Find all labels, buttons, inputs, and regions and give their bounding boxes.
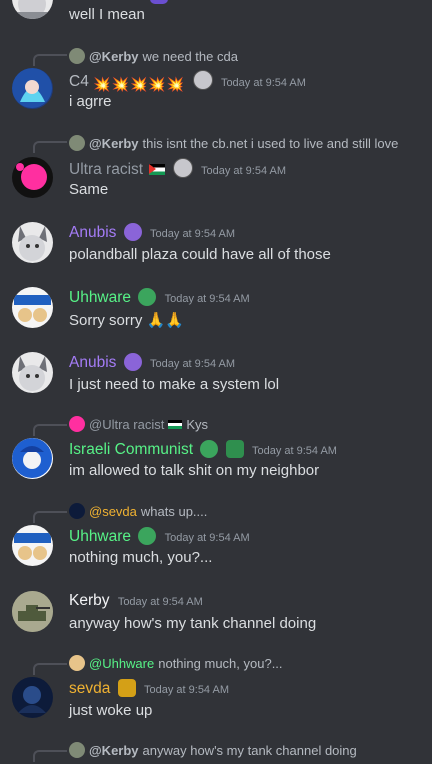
author-name[interactable]: Uhhware Today at 9:54 AM [69, 527, 250, 546]
author-name-text[interactable]: Anubis [69, 354, 116, 371]
author-name-text[interactable]: sevda [69, 680, 110, 697]
timestamp[interactable]: Today at 9:54 AM [118, 596, 203, 608]
reply-text: Kys [186, 416, 208, 432]
reply-text: this isnt the cb.net i used to live and … [142, 135, 399, 151]
author-name[interactable]: Anubis Today at 9:54 AM [69, 353, 235, 372]
avatar[interactable] [12, 525, 53, 566]
timestamp[interactable]: Today at 9:54 AM [201, 165, 286, 177]
avatar[interactable] [12, 287, 53, 328]
message-text: nothing much, you?... [69, 549, 213, 566]
reply-text: nothing much, you?... [158, 655, 283, 671]
reply-text: we need the cda [142, 48, 238, 64]
reply-spine [33, 54, 67, 66]
reply-avatar [69, 48, 85, 64]
message-text: Same [69, 181, 109, 198]
author-name[interactable]: Ultra racist Today at 9:54 AM [69, 158, 286, 179]
author-name[interactable]: Israeli Communist Today at 9:54 AM [69, 440, 337, 459]
author-name-text[interactable]: Uhhware [69, 289, 131, 306]
reply-avatar [69, 135, 85, 151]
reply-preview[interactable]: @Uhhware nothing much, you?... [69, 655, 283, 671]
author-name[interactable]: C4 💥💥💥💥💥 Today at 9:54 AM [69, 70, 306, 93]
timestamp[interactable]: Today at 9:54 AM [150, 228, 235, 240]
reply-preview[interactable]: @sevda whats up.... [69, 503, 207, 519]
explosion-emoji-row: 💥💥💥💥💥 [93, 76, 186, 92]
timestamp[interactable]: Today at 9:54 AM [165, 532, 250, 544]
reply-author[interactable]: @Kerby [89, 743, 139, 758]
role-badge-icon[interactable] [192, 70, 213, 90]
avatar[interactable] [12, 157, 53, 198]
reply-text: whats up.... [140, 503, 208, 519]
role-badge-icon[interactable] [123, 223, 142, 241]
author-name-text[interactable]: Anubis [69, 224, 116, 241]
reply-text: anyway how's my tank channel doing [142, 742, 357, 758]
author-name-text[interactable]: Uhhware [69, 528, 131, 545]
message-text: i agrre [69, 93, 112, 110]
reply-spine [33, 141, 67, 153]
message-text: im allowed to talk shit on my neighbor [69, 462, 320, 479]
reply-author[interactable]: @Kerby [89, 136, 139, 151]
reply-spine [33, 663, 67, 675]
flag-icon [149, 164, 166, 175]
message-text: I just need to make a system lol [69, 376, 280, 393]
author-name-text[interactable]: Kerby [69, 592, 110, 609]
reply-author[interactable]: @Kerby [89, 49, 139, 64]
avatar[interactable] [12, 591, 53, 632]
reply-avatar [69, 503, 85, 519]
reaction-emoji [150, 0, 168, 4]
reply-author[interactable]: @Uhhware [89, 656, 154, 671]
avatar[interactable] [12, 222, 53, 263]
reply-avatar [69, 742, 85, 758]
role-badge-icon[interactable] [172, 158, 193, 178]
reply-preview[interactable]: @Ultra racist Kys [69, 416, 208, 432]
role-badge-icon[interactable] [138, 288, 157, 306]
author-name[interactable]: Anubis Today at 9:54 AM [69, 223, 235, 242]
author-name-text[interactable]: C4 [69, 73, 89, 90]
reply-spine [33, 750, 67, 762]
message-text: Sorry sorry 🙏🙏 [69, 312, 184, 329]
message-text: polandball plaza could have all of those [69, 246, 331, 263]
author-name[interactable]: Kerby Today at 9:54 AM [69, 592, 203, 610]
timestamp[interactable]: Today at 9:54 AM [150, 358, 235, 370]
reply-preview[interactable]: @Kerby we need the cda [69, 48, 238, 64]
reply-author[interactable]: @Ultra racist [89, 417, 164, 432]
author-name[interactable]: sevda Today at 9:54 AM [69, 679, 229, 698]
author-name-text[interactable]: Israeli Communist [69, 441, 193, 458]
reply-preview[interactable]: @Kerby this isnt the cb.net i used to li… [69, 135, 398, 151]
role-badge-icon[interactable] [117, 679, 136, 697]
reply-author[interactable]: @sevda [89, 504, 137, 519]
avatar[interactable] [12, 438, 53, 479]
clover-icon[interactable] [225, 440, 244, 458]
reply-spine [33, 424, 67, 436]
role-badge-icon[interactable] [123, 353, 142, 371]
avatar[interactable] [12, 352, 53, 393]
timestamp[interactable]: Today at 9:54 AM [144, 684, 229, 696]
role-badge-icon[interactable] [138, 527, 157, 545]
reply-avatar [69, 416, 85, 432]
message-text: just woke up [69, 702, 153, 719]
message-text: well I mean [69, 6, 145, 23]
timestamp[interactable]: Today at 9:54 AM [221, 77, 306, 89]
reply-preview[interactable]: @Kerby anyway how's my tank channel doin… [69, 742, 357, 758]
reply-avatar [69, 655, 85, 671]
avatar[interactable] [12, 0, 53, 19]
role-badge-icon[interactable] [200, 440, 219, 458]
timestamp[interactable]: Today at 9:54 AM [252, 445, 337, 457]
avatar[interactable] [12, 677, 53, 718]
reply-spine [33, 511, 67, 523]
author-name-text[interactable]: Ultra racist [69, 161, 143, 178]
avatar[interactable] [12, 68, 53, 109]
flag-icon [168, 419, 183, 429]
message-text: anyway how's my tank channel doing [69, 615, 317, 632]
author-name[interactable]: Uhhware Today at 9:54 AM [69, 288, 250, 307]
timestamp[interactable]: Today at 9:54 AM [165, 293, 250, 305]
